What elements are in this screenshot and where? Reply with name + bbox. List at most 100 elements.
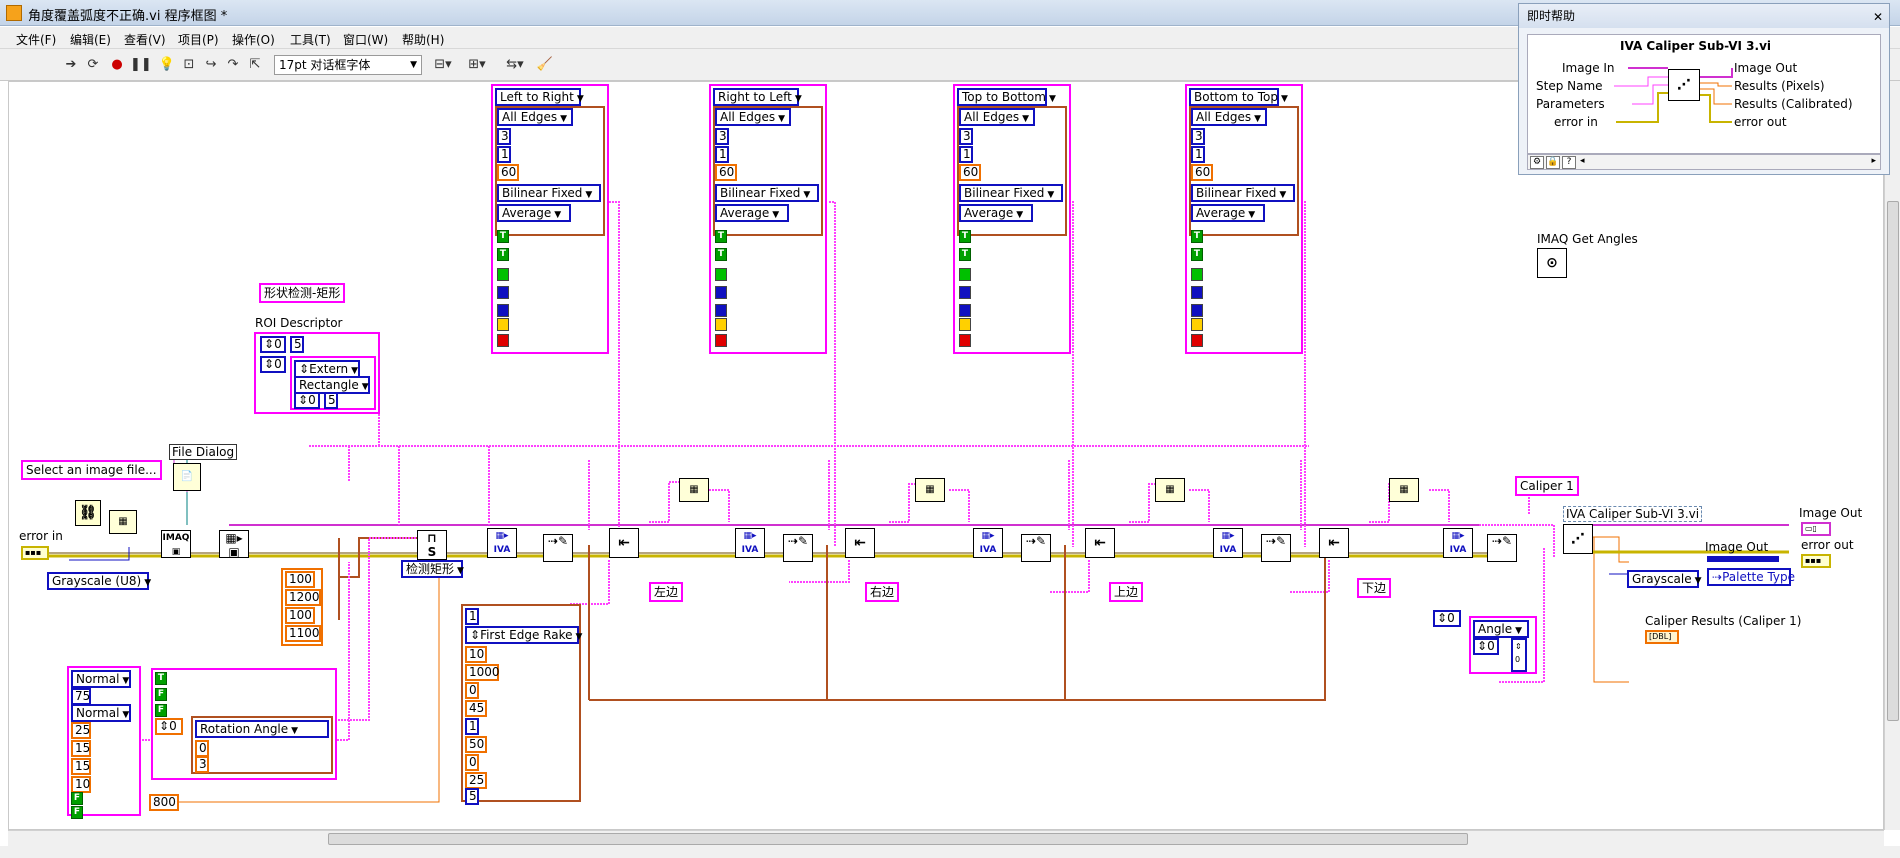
run-continuously-icon[interactable]: ⟳ <box>84 56 102 74</box>
close-icon[interactable]: ✕ <box>1873 10 1883 24</box>
iva-node-icon[interactable]: ▦▸ IVA <box>487 528 517 558</box>
help-question-icon[interactable]: ? <box>1562 156 1576 169</box>
angle-index[interactable]: ⇕0 <box>1433 610 1461 627</box>
menu-tools[interactable]: 工具(T) <box>290 31 331 48</box>
mode-enum[interactable]: Average ▼ <box>715 204 789 222</box>
overlay-icon[interactable]: ⇢✎ <box>783 534 813 562</box>
select-image-string[interactable]: Select an image file... <box>21 460 162 480</box>
rake-vi-icon[interactable]: ⇤ <box>609 528 639 558</box>
num-field[interactable]: 60 <box>497 164 519 181</box>
rake-field[interactable]: 50 <box>465 736 487 753</box>
right-edge-string[interactable]: 右边 <box>865 582 900 602</box>
direction-enum[interactable]: Right to Left ▼ <box>713 88 802 106</box>
edge-type-enum[interactable]: All Edges ▼ <box>715 108 791 126</box>
reorder-icon[interactable]: ⇆▾ <box>502 56 528 74</box>
bool-true[interactable]: T <box>497 230 509 243</box>
shape-detect-string[interactable]: 形状检测-矩形 <box>259 283 346 303</box>
caliper-subvi-icon[interactable]: ⋰ <box>1563 524 1593 554</box>
normal-field[interactable]: 15 <box>71 758 91 775</box>
rotation-num[interactable]: ⇕0 <box>155 718 183 735</box>
rake-vi-icon[interactable]: ⇤ <box>1319 528 1349 558</box>
file-dialog-icon[interactable]: 📄 <box>173 463 201 491</box>
rake-field[interactable]: 25 <box>465 772 487 789</box>
edge-type-enum[interactable]: All Edges ▼ <box>1191 108 1267 126</box>
edge-type-enum[interactable]: All Edges ▼ <box>497 108 573 126</box>
bottom-edge-string[interactable]: 下边 <box>1357 578 1392 598</box>
interpolation-enum[interactable]: Bilinear Fixed ▼ <box>497 184 601 202</box>
direction-cluster-right-to-left[interactable]: Right to Left ▼ All Edges ▼ 3 1 60 Bilinea… <box>709 84 827 354</box>
rake-settings-cluster[interactable]: 1 ⇕First Edge Rake ▼ 10 1000 0 45 1 50 0 … <box>461 604 582 805</box>
rotation-cluster[interactable]: T F F ⇕0 Rotation Angle ▼ 0 3 <box>151 668 337 780</box>
iva-node-icon[interactable]: ▦▸ IVA <box>973 528 1003 558</box>
step-into-icon[interactable]: ↪ <box>202 56 220 74</box>
rotation-num[interactable]: 3 <box>195 756 209 773</box>
left-edge-string[interactable]: 左边 <box>649 582 684 602</box>
edge-type-enum[interactable]: All Edges ▼ <box>959 108 1035 126</box>
context-help-window[interactable]: 即时帮助 ✕ IVA Caliper Sub-VI 3.vi Image In … <box>1518 3 1890 175</box>
roi-descriptor-cluster[interactable]: ⇕0 5 ⇕0 ⇕Extern ▼ Rectangle ▼ ⇕0 5 <box>254 332 380 414</box>
constant-800[interactable]: 800 <box>149 794 179 811</box>
caliper-results-terminal[interactable]: [DBL] <box>1645 630 1679 644</box>
bool-true[interactable]: T <box>959 230 971 243</box>
direction-cluster-left-to-right[interactable]: Left to Right ▼ All Edges ▼ 3 1 60 Bilinea… <box>491 84 609 354</box>
rect-right[interactable]: 100 <box>285 607 315 624</box>
error-in-terminal[interactable]: ▪▪▪ <box>21 546 49 560</box>
scroll-right-icon[interactable]: ▸ <box>1871 156 1876 166</box>
num-field[interactable]: 3 <box>715 128 729 145</box>
interpolation-enum[interactable]: Bilinear Fixed ▼ <box>1191 184 1295 202</box>
bool-false[interactable]: F <box>71 806 83 819</box>
num-field[interactable]: 3 <box>497 128 511 145</box>
menu-operate[interactable]: 操作(O) <box>232 31 275 48</box>
normal-field[interactable]: 75 <box>71 688 91 705</box>
scroll-left-icon[interactable]: ◂ <box>1580 156 1585 166</box>
bool-true[interactable]: T <box>1191 230 1203 243</box>
angle-num[interactable]: ⇕0 <box>1473 638 1499 655</box>
bool-true[interactable]: T <box>497 248 509 261</box>
image-type-enum[interactable]: Grayscale (U8) ▼ <box>47 572 151 590</box>
roi-num[interactable]: 5 <box>290 336 304 353</box>
direction-cluster-bottom-to-top[interactable]: Bottom to Top ▼ All Edges ▼ 3 1 60 Bilinea… <box>1185 84 1303 354</box>
index-array-icon[interactable]: ▦ <box>679 478 709 502</box>
iva-node-icon[interactable]: ▦▸ IVA <box>735 528 765 558</box>
rake-field[interactable]: 1 <box>465 608 479 625</box>
index-array-icon[interactable]: ▦ <box>1155 478 1185 502</box>
run-arrow-icon[interactable]: ➔ <box>62 56 80 74</box>
iva-node-icon[interactable]: ▦▸ IVA <box>1443 528 1473 558</box>
font-selector[interactable]: 17pt 对话框字体 ▼ <box>274 55 422 75</box>
rect-top[interactable]: 1200 <box>285 589 321 606</box>
angle-enum[interactable]: Angle ▼ <box>1473 620 1529 638</box>
normal-enum[interactable]: Normal ▼ <box>71 670 131 688</box>
rake-field[interactable]: 0 <box>465 754 479 771</box>
rect-bottom[interactable]: 1100 <box>285 625 321 642</box>
pause-icon[interactable]: ❚❚ <box>130 56 152 74</box>
detect-rectangle-enum[interactable]: 检测矩形 ▼ <box>401 560 464 578</box>
imaq-read-file-icon[interactable]: ▦▸ ▣ <box>219 530 249 559</box>
interpolation-enum[interactable]: Bilinear Fixed ▼ <box>715 184 819 202</box>
num-field[interactable]: 3 <box>1191 128 1205 145</box>
menu-project[interactable]: 项目(P) <box>178 31 219 48</box>
rotation-angle-enum[interactable]: Rotation Angle ▼ <box>195 720 329 738</box>
block-diagram-canvas[interactable]: Left to Right ▼ All Edges ▼ 3 1 60 Bilinea… <box>8 81 1884 830</box>
step-out-icon[interactable]: ⇱ <box>246 56 264 74</box>
mode-enum[interactable]: Average ▼ <box>959 204 1033 222</box>
bool-false[interactable]: F <box>155 704 167 717</box>
highlight-execution-icon[interactable]: 💡 <box>158 56 176 74</box>
overlay-icon[interactable]: ⇢✎ <box>1021 534 1051 562</box>
align-objects-icon[interactable]: ⊟▾ <box>430 56 456 74</box>
error-out-terminal[interactable]: ▪▪▪ <box>1801 554 1831 568</box>
mode-enum[interactable]: Average ▼ <box>497 204 571 222</box>
rotation-num[interactable]: 0 <box>195 740 209 757</box>
num-field[interactable]: 1 <box>715 146 729 163</box>
horizontal-scroll-thumb[interactable] <box>328 833 1468 845</box>
bool-true[interactable]: T <box>959 248 971 261</box>
step-over-icon[interactable]: ↷ <box>224 56 242 74</box>
shape-settings-cluster[interactable]: Normal ▼ 75 Normal ▼ 25 15 15 10 F F <box>67 666 141 819</box>
iva-node-icon[interactable]: ▦▸ IVA <box>1213 528 1243 558</box>
direction-enum[interactable]: Bottom to Top ▼ <box>1189 88 1288 106</box>
num-field[interactable]: 1 <box>497 146 511 163</box>
angle-cluster[interactable]: Angle ▼ ⇕0 ⇕ 0 <box>1469 616 1537 674</box>
interpolation-enum[interactable]: Bilinear Fixed ▼ <box>959 184 1063 202</box>
overlay-icon[interactable]: ⇢✎ <box>1261 534 1291 562</box>
caliper-step-name[interactable]: Caliper 1 <box>1515 476 1579 496</box>
distribute-objects-icon[interactable]: ⊞▾ <box>464 56 490 74</box>
